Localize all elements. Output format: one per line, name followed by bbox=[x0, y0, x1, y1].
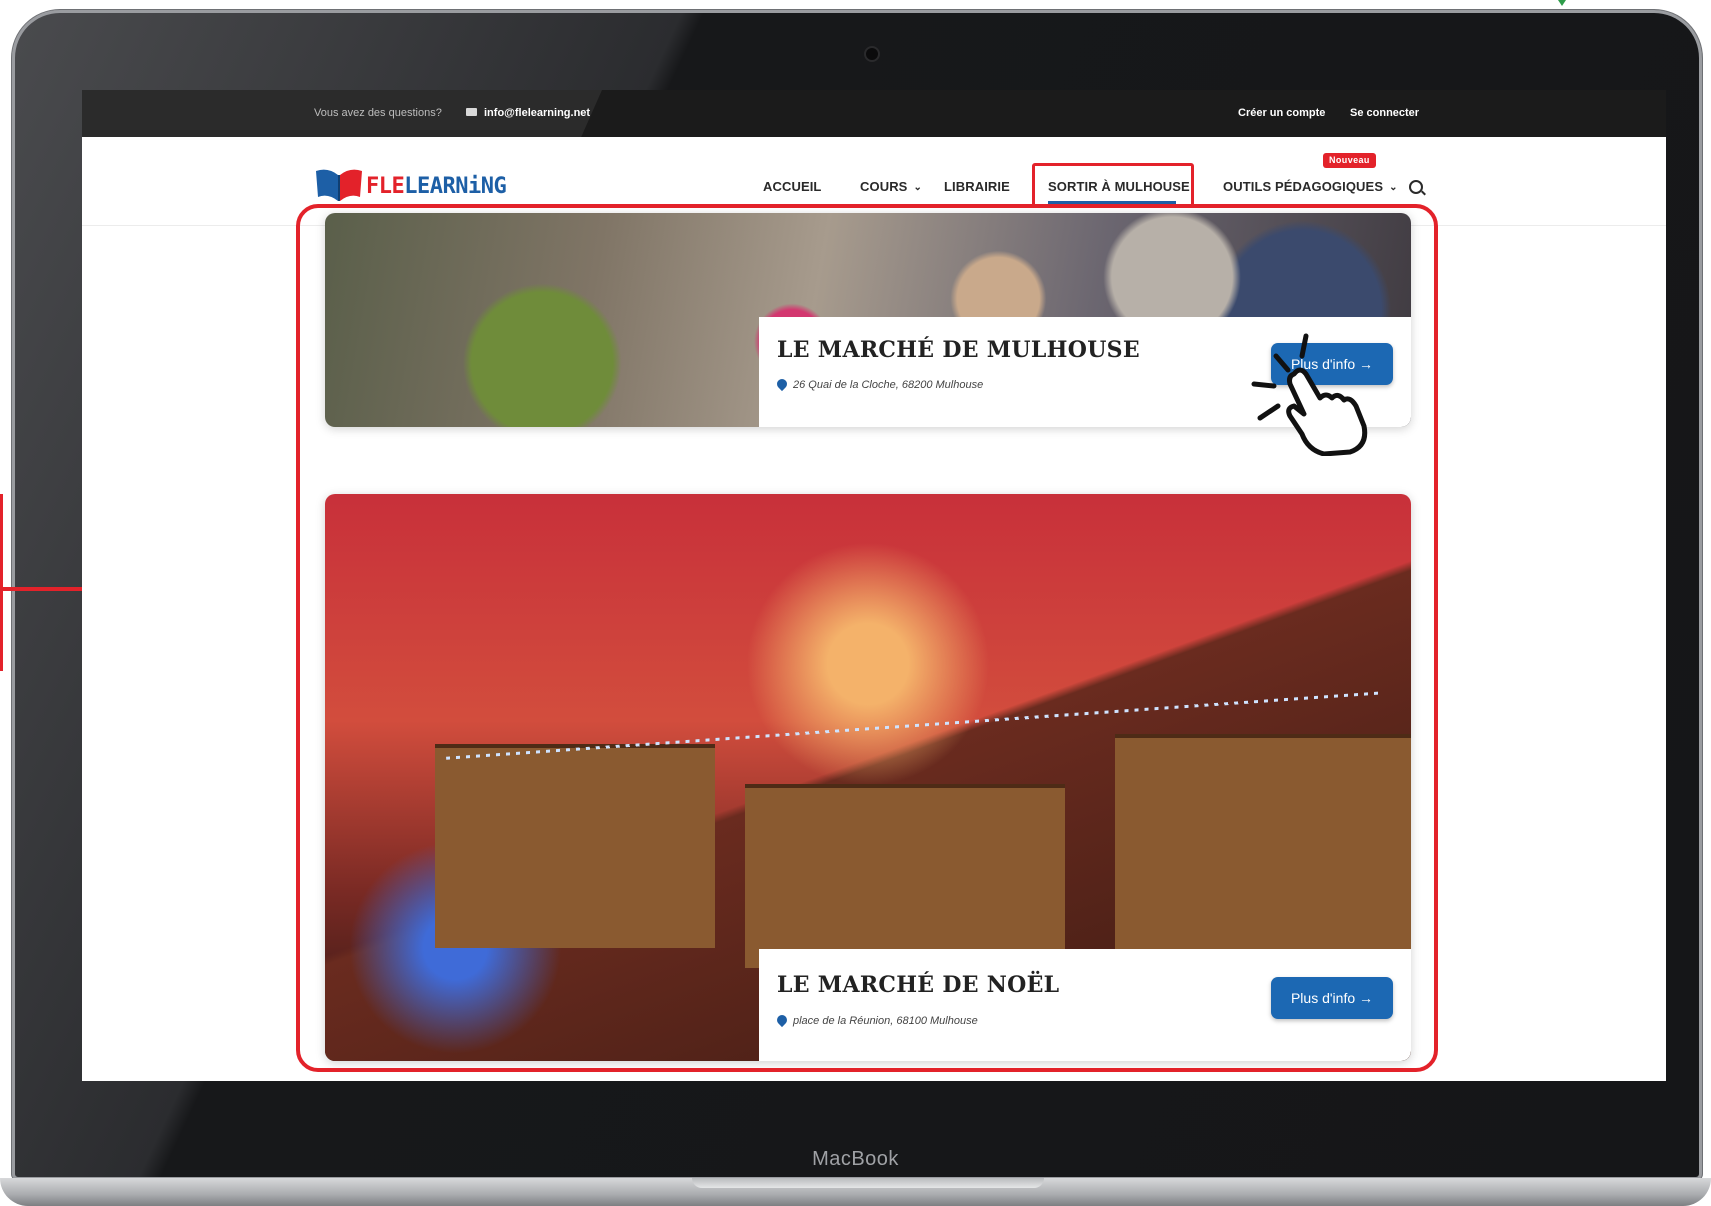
contact-question: Vous avez des questions? bbox=[314, 107, 442, 119]
device-brand: MacBook bbox=[812, 1148, 899, 1170]
logo-text: FLELEARNiNG bbox=[366, 174, 507, 199]
website-screen: Vous avez des questions? info@flelearnin… bbox=[82, 90, 1666, 1081]
contact-email-link[interactable]: info@flelearning.net bbox=[484, 107, 590, 119]
book-logo-icon bbox=[316, 169, 362, 201]
nav-accueil[interactable]: ACCUEIL bbox=[763, 179, 821, 194]
chevron-down-icon: ⌄ bbox=[1389, 182, 1398, 193]
top-bar: Vous avez des questions? info@flelearnin… bbox=[82, 90, 1666, 137]
search-icon[interactable] bbox=[1409, 180, 1423, 194]
nav-outils-label: OUTILS PÉDAGOGIQUES bbox=[1223, 179, 1384, 194]
create-account-link[interactable]: Créer un compte bbox=[1238, 107, 1325, 119]
nav-outils-pedagogiques[interactable]: OUTILS PÉDAGOGIQUES ⌄ bbox=[1223, 179, 1398, 194]
logo-text-learning: LEARNiNG bbox=[404, 174, 507, 199]
mail-icon bbox=[466, 108, 477, 116]
nav-cours[interactable]: COURS ⌄ bbox=[860, 179, 922, 194]
callout-mark bbox=[0, 494, 3, 671]
login-link[interactable]: Se connecter bbox=[1350, 107, 1419, 119]
chevron-down-icon: ⌄ bbox=[913, 182, 922, 193]
laptop-notch bbox=[692, 1178, 1044, 1188]
corner-leaf-icon bbox=[1558, 0, 1566, 6]
nav-sortir-a-mulhouse[interactable]: SORTIR À MULHOUSE bbox=[1048, 179, 1190, 194]
nav-librairie[interactable]: LIBRAIRIE bbox=[944, 179, 1010, 194]
site-logo[interactable]: FLELEARNiNG bbox=[314, 163, 507, 203]
new-badge: Nouveau bbox=[1323, 153, 1376, 168]
logo-text-fle: FLE bbox=[366, 174, 405, 199]
hand-pointer-icon bbox=[1251, 333, 1368, 456]
nav-cours-label: COURS bbox=[860, 179, 908, 194]
camera-icon bbox=[866, 48, 878, 60]
